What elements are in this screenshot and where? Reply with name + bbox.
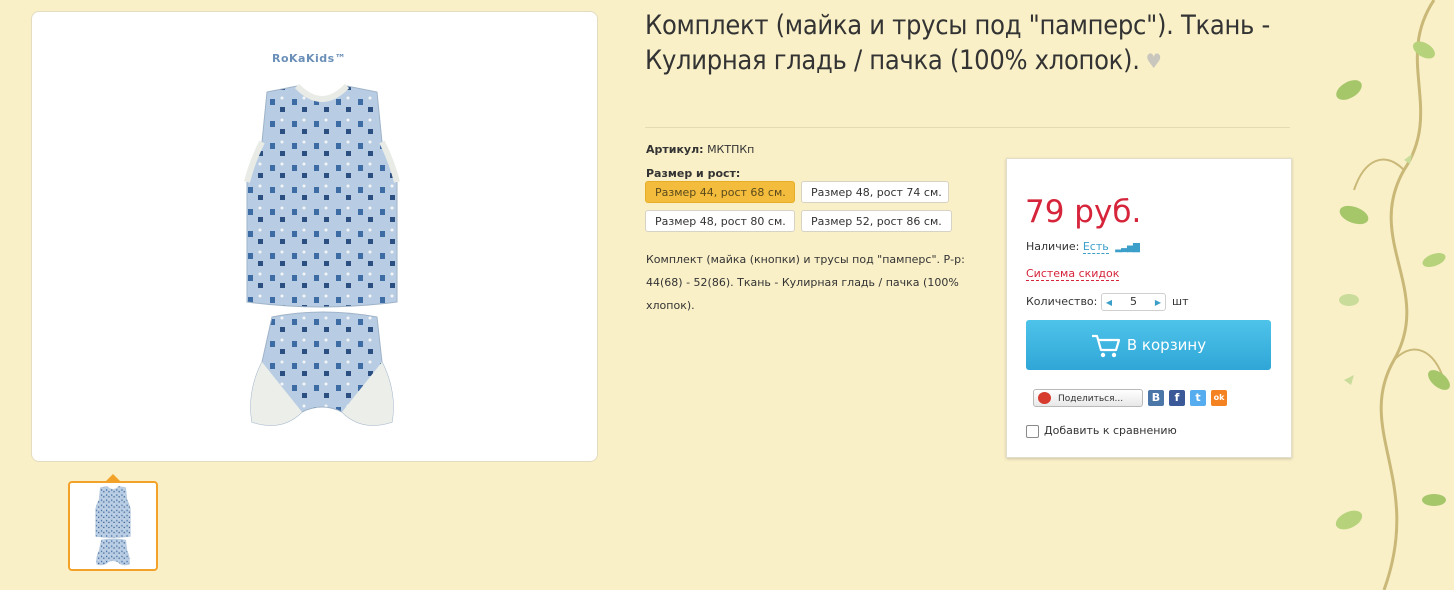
discount-system-link[interactable]: Система скидок	[1026, 267, 1120, 281]
brand-logo: RoKaKids™	[272, 52, 347, 65]
size-option-44-68[interactable]: Размер 44, рост 68 см.	[645, 181, 795, 203]
quantity-label: Количество:	[1026, 295, 1098, 308]
add-to-cart-label: В корзину	[1126, 336, 1207, 354]
title-divider	[645, 127, 1290, 128]
odnoklassniki-icon[interactable]: ok	[1211, 390, 1227, 406]
product-thumbnail[interactable]	[68, 481, 158, 571]
stock-signal-icon: ▂▃▅▇	[1115, 243, 1140, 253]
quantity-input[interactable]: 5	[1116, 294, 1151, 310]
quantity-decrease-icon[interactable]: ◀	[1103, 295, 1115, 310]
share-button[interactable]: Поделиться...	[1033, 389, 1143, 407]
favorite-heart-icon[interactable]: ♥	[1146, 44, 1162, 79]
compare-checkbox[interactable]	[1026, 425, 1039, 438]
size-label: Размер и рост:	[646, 167, 741, 180]
sku-value: МКТПКп	[707, 143, 755, 156]
main-product-image[interactable]: RoKaKids™	[31, 11, 598, 462]
price: 79 руб.	[1025, 194, 1142, 230]
facebook-icon[interactable]: f	[1169, 390, 1185, 406]
product-photo	[244, 83, 400, 426]
share-icon	[1038, 392, 1051, 404]
availability-label: Наличие:	[1026, 240, 1080, 253]
product-description: Комплект (майка (кнопки) и трусы под "па…	[646, 253, 965, 312]
product-title: Комплект (майка и трусы под "памперс"). …	[645, 8, 1285, 79]
sku-line: Артикул: МКТПКп	[646, 143, 754, 156]
availability-value[interactable]: Есть	[1082, 240, 1109, 254]
quantity-unit: шт	[1172, 295, 1189, 308]
quantity-stepper: ◀ 5 ▶	[1101, 293, 1166, 311]
size-option-48-80[interactable]: Размер 48, рост 80 см.	[645, 210, 795, 232]
twitter-icon[interactable]: t	[1190, 390, 1206, 406]
size-option-48-74[interactable]: Размер 48, рост 74 см.	[801, 181, 949, 203]
thumbnail-pointer	[106, 474, 120, 481]
cart-icon	[1091, 334, 1120, 357]
product-title-text: Комплект (майка и трусы под "памперс"). …	[645, 10, 1270, 76]
floral-decoration	[1335, 0, 1450, 590]
share-label: Поделиться...	[1058, 394, 1124, 404]
compare-label[interactable]: Добавить к сравнению	[1044, 424, 1177, 437]
buy-box: 79 руб. Наличие: Есть ▂▃▅▇ Система скидо…	[1006, 158, 1292, 458]
availability: Наличие: Есть ▂▃▅▇	[1026, 240, 1140, 254]
sku-label: Артикул:	[646, 143, 704, 156]
quantity-increase-icon[interactable]: ▶	[1152, 295, 1164, 310]
vk-icon[interactable]: В	[1148, 390, 1164, 406]
add-to-cart-button[interactable]: В корзину	[1026, 320, 1271, 370]
size-option-52-86[interactable]: Размер 52, рост 86 см.	[801, 210, 952, 232]
